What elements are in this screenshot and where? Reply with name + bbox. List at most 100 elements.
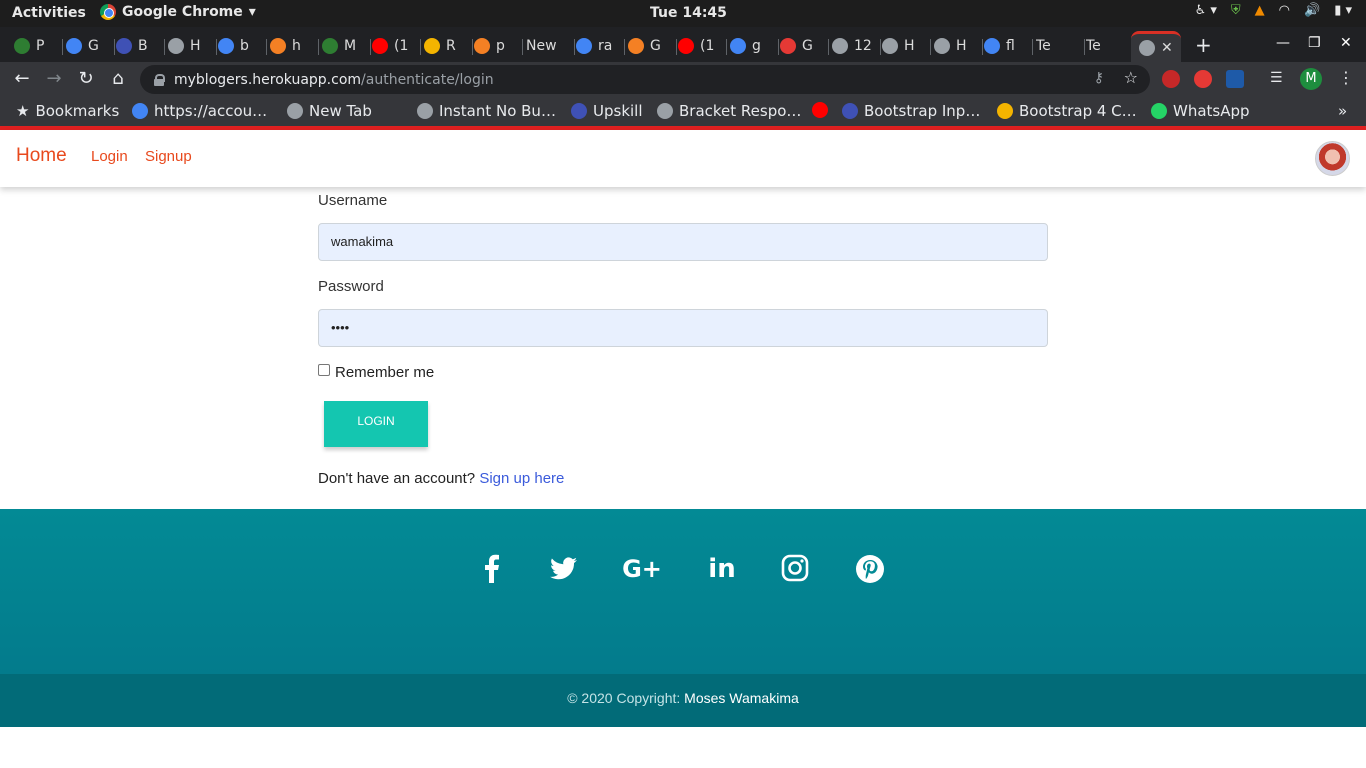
browser-tab[interactable]: Te — [1036, 33, 1080, 59]
browser-tab[interactable]: H — [882, 33, 926, 59]
ublock-icon[interactable] — [1162, 70, 1180, 88]
bookmark-item[interactable]: New Tab — [287, 102, 372, 120]
profile-avatar[interactable]: M — [1300, 68, 1322, 90]
new-tab-button[interactable]: + — [1195, 33, 1212, 57]
shield-icon[interactable]: ⛨ — [1231, 3, 1241, 18]
app-menu[interactable]: Google Chrome ▾ — [100, 4, 256, 20]
tab-title: H — [956, 38, 967, 54]
extension-icon[interactable] — [1226, 70, 1244, 88]
favicon-icon — [576, 38, 592, 54]
forward-icon[interactable]: → — [43, 68, 65, 90]
username-input[interactable]: wamakima — [318, 223, 1048, 261]
bookmark-item[interactable]: https://accou… — [132, 102, 267, 120]
password-input[interactable]: •••• — [318, 309, 1048, 347]
user-avatar[interactable] — [1315, 141, 1350, 176]
tab-title: g — [752, 38, 761, 54]
active-tab[interactable]: ✕ — [1131, 31, 1181, 62]
favicon-icon — [287, 103, 303, 119]
bookmark-item[interactable] — [812, 102, 828, 118]
tab-separator — [522, 39, 523, 55]
activities-button[interactable]: Activities — [12, 5, 86, 21]
bookmark-item[interactable]: Bootstrap Inp… — [842, 102, 980, 120]
tab-title: B — [138, 38, 148, 54]
close-window-icon[interactable]: ✕ — [1340, 35, 1352, 51]
bookmark-item[interactable]: Instant No Bu… — [417, 102, 556, 120]
tab-title: H — [190, 38, 201, 54]
favicon-icon — [997, 103, 1013, 119]
media-controls-icon[interactable]: ☰ — [1270, 70, 1288, 88]
signup-here-link[interactable]: Sign up here — [479, 470, 564, 487]
favicon-icon — [168, 38, 184, 54]
google-plus-icon[interactable]: G+ — [622, 551, 662, 587]
key-icon[interactable]: ⚷ — [1094, 70, 1104, 86]
browser-tab[interactable]: G — [66, 33, 110, 59]
url-text[interactable]: myblogers.herokuapp.com/authenticate/log… — [174, 72, 494, 88]
tab-separator — [624, 39, 625, 55]
browser-tab[interactable]: ra — [576, 33, 620, 59]
home-link[interactable]: Home — [16, 145, 67, 167]
bookmark-item[interactable]: Bracket Respo… — [657, 102, 801, 120]
menu-icon[interactable]: ⋮ — [1338, 68, 1354, 87]
pinterest-icon[interactable] — [850, 551, 890, 587]
bookmarks-menu[interactable]: ★ Bookmarks — [16, 102, 119, 120]
login-button[interactable]: LOGIN — [324, 401, 428, 447]
remember-checkbox[interactable] — [318, 364, 330, 376]
back-icon[interactable]: ← — [11, 68, 33, 90]
more-bookmarks-icon[interactable]: » — [1338, 102, 1347, 120]
browser-tab[interactable]: h — [270, 33, 314, 59]
bookmark-item[interactable]: WhatsApp — [1151, 102, 1250, 120]
lock-icon[interactable] — [154, 73, 165, 86]
vlc-icon[interactable]: ▲ — [1255, 3, 1265, 18]
accessibility-icon[interactable]: ♿ ▾ — [1195, 3, 1217, 18]
close-icon[interactable]: ✕ — [1161, 40, 1173, 56]
browser-tab[interactable]: B — [116, 33, 160, 59]
browser-tab[interactable]: R — [424, 33, 468, 59]
facebook-icon[interactable] — [472, 551, 512, 587]
browser-tab[interactable]: G — [628, 33, 672, 59]
tab-separator — [266, 39, 267, 55]
tab-separator — [370, 39, 371, 55]
volume-icon[interactable]: 🔊 — [1304, 3, 1320, 18]
system-tray[interactable]: ♿ ▾ ⛨ ▲ ◠ 🔊 ▮ ▾ — [1195, 3, 1352, 18]
browser-tab[interactable]: (1 — [372, 33, 416, 59]
instagram-icon[interactable] — [775, 551, 815, 587]
address-bar[interactable]: myblogers.herokuapp.com/authenticate/log… — [140, 65, 1150, 94]
tab-separator — [420, 39, 421, 55]
wifi-icon[interactable]: ◠ — [1279, 3, 1290, 18]
browser-tab[interactable]: M — [322, 33, 366, 59]
url-path: /authenticate/login — [361, 71, 494, 88]
browser-tab[interactable]: H — [934, 33, 978, 59]
signup-link[interactable]: Signup — [145, 148, 192, 165]
browser-tab[interactable]: 12 — [832, 33, 876, 59]
browser-tab[interactable]: G — [780, 33, 824, 59]
tab-title: M — [344, 38, 357, 54]
home-icon[interactable]: ⌂ — [107, 68, 129, 90]
battery-icon[interactable]: ▮ ▾ — [1334, 3, 1352, 18]
reload-icon[interactable]: ↻ — [75, 68, 97, 90]
login-link[interactable]: Login — [91, 148, 128, 165]
browser-tab[interactable]: b — [218, 33, 262, 59]
browser-tab[interactable]: p — [474, 33, 518, 59]
username-label: Username — [318, 192, 388, 209]
browser-tab[interactable]: P — [14, 33, 58, 59]
bookmark-item[interactable]: Bootstrap 4 C… — [997, 102, 1137, 120]
maximize-icon[interactable]: ❐ — [1308, 35, 1321, 51]
favicon-icon — [780, 38, 796, 54]
bookmark-label: Instant No Bu… — [439, 102, 556, 120]
browser-tab[interactable]: (1 — [678, 33, 722, 59]
remember-label[interactable]: Remember me — [335, 364, 434, 381]
minimize-icon[interactable]: — — [1276, 35, 1290, 51]
linkedin-icon[interactable]: in — [702, 551, 742, 587]
browser-tab[interactable]: fl — [984, 33, 1028, 59]
browser-tab[interactable]: g — [730, 33, 774, 59]
bookmark-item[interactable]: Upskill — [571, 102, 643, 120]
twitter-icon[interactable] — [543, 551, 583, 587]
site-navbar: Home Login Signup — [0, 130, 1366, 187]
bookmark-star-icon[interactable]: ☆ — [1124, 68, 1138, 87]
browser-tab[interactable]: H — [168, 33, 212, 59]
favicon-icon — [424, 38, 440, 54]
browser-tab[interactable]: Te — [1086, 33, 1130, 59]
adblock-icon[interactable] — [1194, 70, 1212, 88]
clock[interactable]: Tue 14:45 — [650, 5, 727, 21]
browser-tab[interactable]: New — [526, 33, 570, 59]
